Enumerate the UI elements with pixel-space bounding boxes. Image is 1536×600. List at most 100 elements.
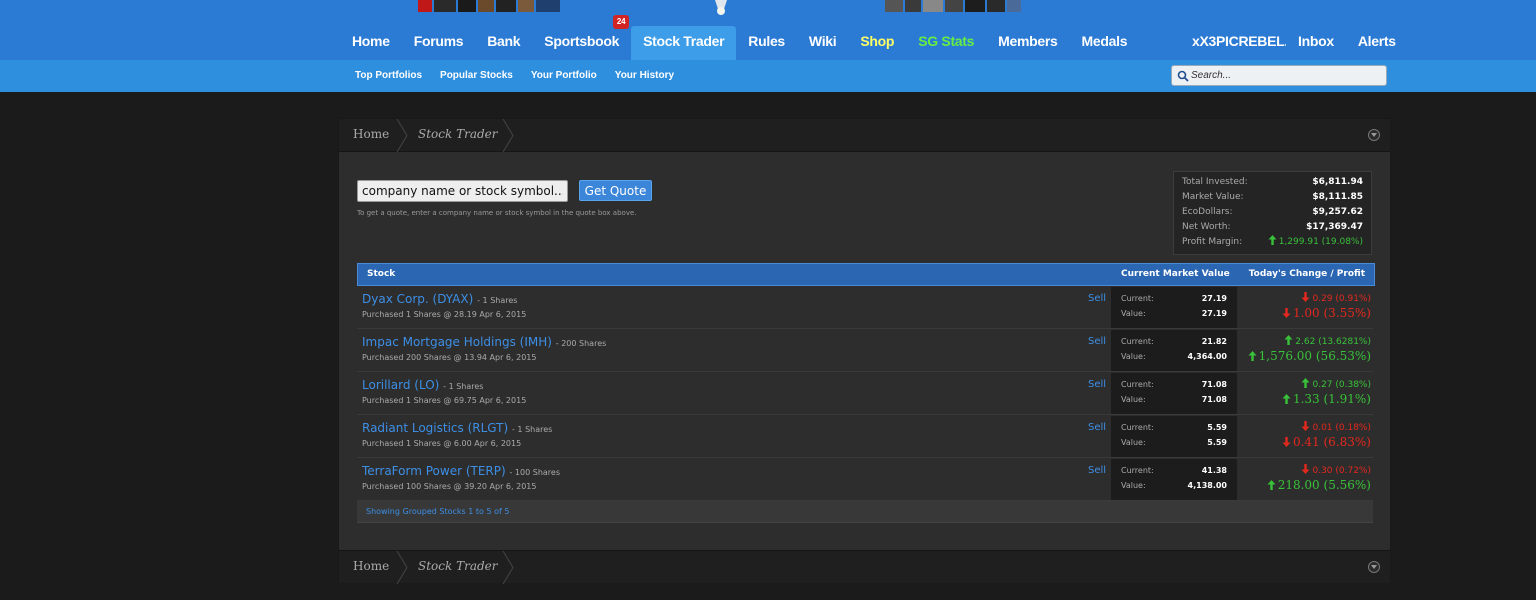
summary-label: Profit Margin: [1182,237,1243,247]
arrow-up-icon [1248,351,1257,361]
arrow-up-icon [1267,480,1276,490]
stock-name-link[interactable]: Lorillard (LO) - 1 Shares [362,378,483,392]
breadcrumb-current[interactable]: Stock Trader [418,551,498,584]
nav-tab-members[interactable]: Members [986,26,1069,60]
todays-change-text: 2.62 (13.6281%) [1295,337,1371,347]
todays-change: 2.62 (13.6281%) [1284,335,1371,347]
summary-total-invested: Total Invested: $6,811.94 [1182,175,1363,190]
share-count: - 200 Shares [555,339,607,348]
position-value: 5.59 [1207,438,1227,447]
table-pagination-text[interactable]: Showing Grouped Stocks 1 to 5 of 5 [366,501,509,523]
breadcrumb: Home Stock Trader [339,119,1390,152]
banner-brick [987,0,1005,12]
position-value: 4,138.00 [1187,481,1227,490]
nav-tab-bank[interactable]: Bank [475,26,532,60]
todays-change: 0.27 (0.38%) [1301,378,1371,390]
subnav-your-history[interactable]: Your History [606,60,683,92]
arrow-down-icon [1301,464,1310,474]
breadcrumb-bottom: Home Stock Trader [339,550,1390,584]
nav-tab-medals[interactable]: Medals [1070,26,1140,60]
portfolio-summary: Total Invested: $6,811.94 Market Value: … [1173,171,1372,255]
breadcrumb-current[interactable]: Stock Trader [418,119,498,152]
arrow-up-icon [1282,394,1291,404]
value-label: Value: [1121,395,1146,404]
nav-tab-rules[interactable]: Rules [736,26,797,60]
subnav-popular-stocks[interactable]: Popular Stocks [431,60,522,92]
stock-name: Dyax Corp. (DYAX) [362,292,474,306]
inbox-link[interactable]: Inbox [1286,26,1346,60]
todays-change-text: 0.29 (0.91%) [1312,294,1371,304]
collapse-toggle-icon[interactable] [1368,129,1380,141]
nav-tab-label: Wiki [808,33,837,49]
banner-brick [518,0,534,12]
column-header-change: Today's Change / Profit [1248,269,1365,279]
nav-tab-home[interactable]: Home [340,26,402,60]
total-profit: 218.00 (5.56%) [1267,478,1371,492]
stock-name-link[interactable]: Dyax Corp. (DYAX) - 1 Shares [362,292,517,306]
sell-button[interactable]: Sell [1088,422,1106,433]
nav-tab-sg-stats[interactable]: SG Stats [906,26,986,60]
total-profit: 0.41 (6.83%) [1282,435,1371,449]
current-price: 27.19 [1201,294,1227,303]
subnav-top-portfolios[interactable]: Top Portfolios [346,60,431,92]
value-label: Value: [1121,481,1146,490]
nav-tab-label: Bank [487,33,521,49]
nav-tab-label: Sportsbook [544,33,620,49]
total-profit-text: 218.00 (5.56%) [1277,478,1371,492]
banner-lamp-icon [706,0,736,16]
get-quote-button[interactable]: Get Quote [579,180,652,201]
collapse-toggle-icon[interactable] [1368,561,1380,573]
alerts-link[interactable]: Alerts [1346,26,1408,60]
site-header: Home Forums Bank Sportsbook 24 Stock Trad… [0,0,1536,60]
banner-brick [885,0,903,12]
sell-button[interactable]: Sell [1088,336,1106,347]
value-label: Value: [1121,309,1146,318]
sell-button[interactable]: Sell [1088,465,1106,476]
current-label: Current: [1121,380,1154,389]
breadcrumb-home[interactable]: Home [353,119,389,152]
nav-tab-forums[interactable]: Forums [402,26,476,60]
total-profit-text: 1.33 (1.91%) [1292,392,1371,406]
stock-name-link[interactable]: Radiant Logistics (RLGT) - 1 Shares [362,421,552,435]
breadcrumb-separator-icon [396,551,408,584]
value-label: Value: [1121,438,1146,447]
current-label: Current: [1121,294,1154,303]
nav-tab-label: Forums [413,33,464,49]
quote-hint: To get a quote, enter a company name or … [357,209,637,217]
breadcrumb-separator-icon [502,119,514,152]
nav-tab-stock-trader[interactable]: Stock Trader [631,26,737,60]
share-count: - 1 Shares [477,296,518,305]
arrow-down-icon [1301,421,1310,431]
stock-name: TerraForm Power (TERP) [362,464,506,478]
current-label: Current: [1121,337,1154,346]
todays-change: 0.30 (0.72%) [1301,464,1371,476]
nav-tab-wiki[interactable]: Wiki [797,26,848,60]
sub-nav-links: Top Portfolios Popular Stocks Your Portf… [346,60,683,92]
stock-table-header: Stock Current Market Value Today's Chang… [357,263,1375,286]
nav-tab-shop[interactable]: Shop [848,26,906,60]
share-count: - 1 Shares [512,425,553,434]
purchase-info: Purchased 200 Shares @ 13.94 Apr 6, 2015 [362,353,537,362]
arrow-up-icon [1284,335,1293,345]
market-value-box: Current: 21.82 Value: 4,364.00 [1111,330,1237,371]
current-price: 41.38 [1201,466,1227,475]
nav-tab-label: Home [352,33,390,49]
subnav-your-portfolio[interactable]: Your Portfolio [522,60,606,92]
stock-name-link[interactable]: TerraForm Power (TERP) - 100 Shares [362,464,560,478]
banner-brick [418,0,432,12]
search-input[interactable] [1191,66,1383,85]
quote-search-input[interactable] [357,180,568,202]
banner-brick [905,0,921,12]
stock-table-body: Dyax Corp. (DYAX) - 1 Shares Purchased 1 … [357,286,1373,501]
current-price: 21.82 [1201,337,1227,346]
arrow-up-icon [1301,378,1310,388]
breadcrumb-home[interactable]: Home [353,551,389,584]
sell-button[interactable]: Sell [1088,379,1106,390]
sell-button[interactable]: Sell [1088,293,1106,304]
username-link[interactable]: xX3PICREBEL... [1180,26,1286,60]
banner-brick [965,0,985,12]
nav-tab-sportsbook[interactable]: Sportsbook 24 [532,15,631,60]
purchase-info: Purchased 1 Shares @ 28.19 Apr 6, 2015 [362,310,527,319]
stock-name-link[interactable]: Impac Mortgage Holdings (IMH) - 200 Shar… [362,335,606,349]
summary-label: Net Worth: [1182,222,1231,232]
